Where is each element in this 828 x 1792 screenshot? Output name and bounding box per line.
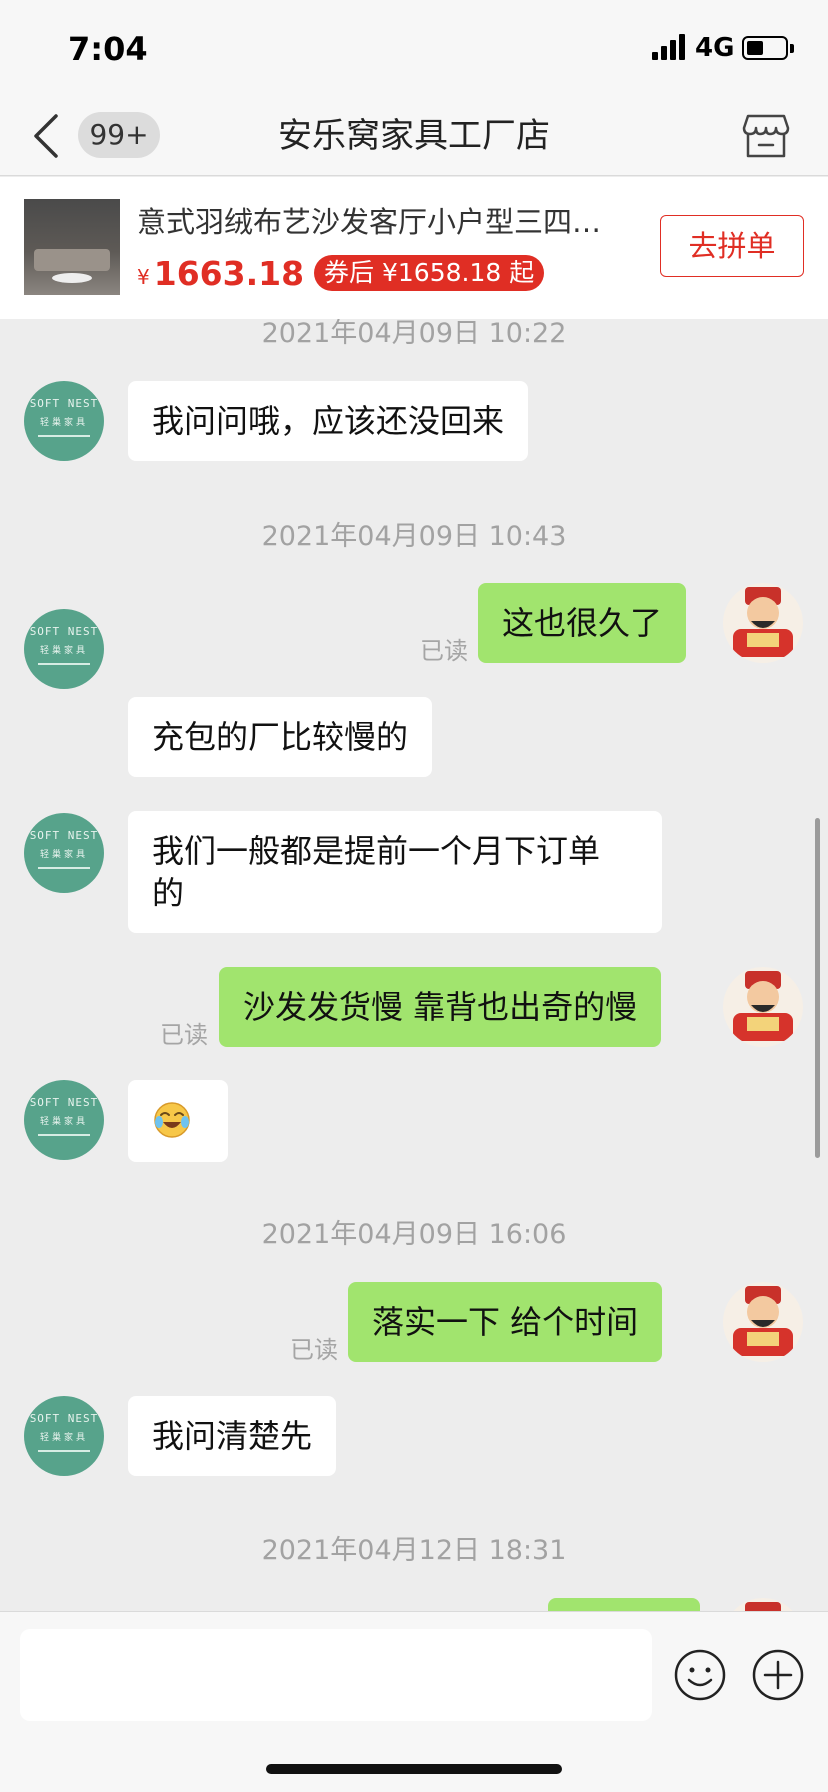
product-card[interactable]: 意式羽绒布艺沙发客厅小户型三四人位组合 ¥ 1663.18 券后 ¥1658.1… [0,177,828,319]
chat-area[interactable]: 2021年04月09日 10:22 SOFT NEST 轻巢家具 我问问哦，应该还… [0,319,828,1611]
god-of-wealth-icon [745,1602,781,1611]
battery-tip [790,44,794,53]
message-timestamp: 2021年04月09日 10:22 [261,319,567,349]
message-timestamp: 2021年04月09日 16:06 [261,1219,567,1250]
read-receipt: 已读 [290,1336,338,1364]
group-buy-button[interactable]: 去拼单 [660,215,804,277]
nav-bar: 99+ 安乐窝家具工厂店 [0,96,828,176]
message-bubble-in[interactable]: 充包的厂比较慢的 [128,697,433,777]
battery-icon [742,36,788,60]
plus-icon[interactable] [751,1648,805,1702]
message-bubble-out[interactable]: 落实一下 给个时间 [348,1282,663,1362]
message-timestamp: 2021年04月12日 18:31 [261,1535,567,1566]
message-bubble-out[interactable]: 沙发发货慢 靠背也出奇的慢 [219,967,662,1047]
message-input[interactable] [20,1629,652,1721]
network-label: 4G [695,33,735,63]
message-line: 的 [152,874,185,912]
price-row: ¥ 1663.18 券后 ¥1658.18 起 [137,253,545,293]
god-of-wealth-icon [733,971,793,1041]
user-avatar[interactable] [723,1598,803,1611]
shop-avatar[interactable]: SOFT NEST 轻巢家具 [24,1396,104,1476]
shop-avatar[interactable]: SOFT NEST 轻巢家具 [24,609,104,689]
message-bubble-out[interactable] [548,1598,700,1611]
shop-avatar[interactable]: SOFT NEST 轻巢家具 [24,813,104,893]
back-arrow-icon[interactable] [28,110,68,162]
read-receipt: 已读 [420,637,468,665]
crying-laughing-emoji-icon [154,1102,190,1138]
message-timestamp: 2021年04月09日 10:43 [261,521,567,552]
user-avatar[interactable] [723,1282,803,1362]
status-bar: 7:04 4G [0,0,828,96]
message-bubble-in[interactable] [128,1080,228,1162]
message-bubble-in[interactable]: 我们一般都是提前一个月下订单 的 [128,811,662,933]
shop-avatar[interactable]: SOFT NEST 轻巢家具 [24,381,104,461]
message-bubble-out[interactable]: 这也很久了 [478,583,687,663]
message-bubble-in[interactable]: 我问清楚先 [128,1396,337,1476]
user-avatar[interactable] [723,967,803,1047]
read-receipt: 已读 [160,1021,208,1049]
scrollbar-thumb[interactable] [815,818,820,1158]
god-of-wealth-icon [733,587,793,657]
home-indicator[interactable] [266,1764,562,1774]
user-avatar[interactable] [723,583,803,663]
coupon-price-badge: 券后 ¥1658.18 起 [314,255,545,291]
product-image[interactable] [24,199,120,295]
shop-avatar[interactable]: SOFT NEST 轻巢家具 [24,1080,104,1160]
store-icon[interactable] [742,112,790,160]
god-of-wealth-icon [733,1286,793,1356]
emoji-icon[interactable] [673,1648,727,1702]
product-price: 1663.18 [153,253,305,293]
signal-icon [652,34,685,60]
message-bubble-in[interactable]: 我问问哦，应该还没回来 [128,381,529,461]
status-time: 7:04 [68,30,148,68]
currency-symbol: ¥ [137,265,150,289]
unread-count-badge[interactable]: 99+ [78,112,160,158]
message-line: 我们一般都是提前一个月下订单 [152,832,601,870]
product-name: 意式羽绒布艺沙发客厅小户型三四人位组合 [137,205,627,239]
